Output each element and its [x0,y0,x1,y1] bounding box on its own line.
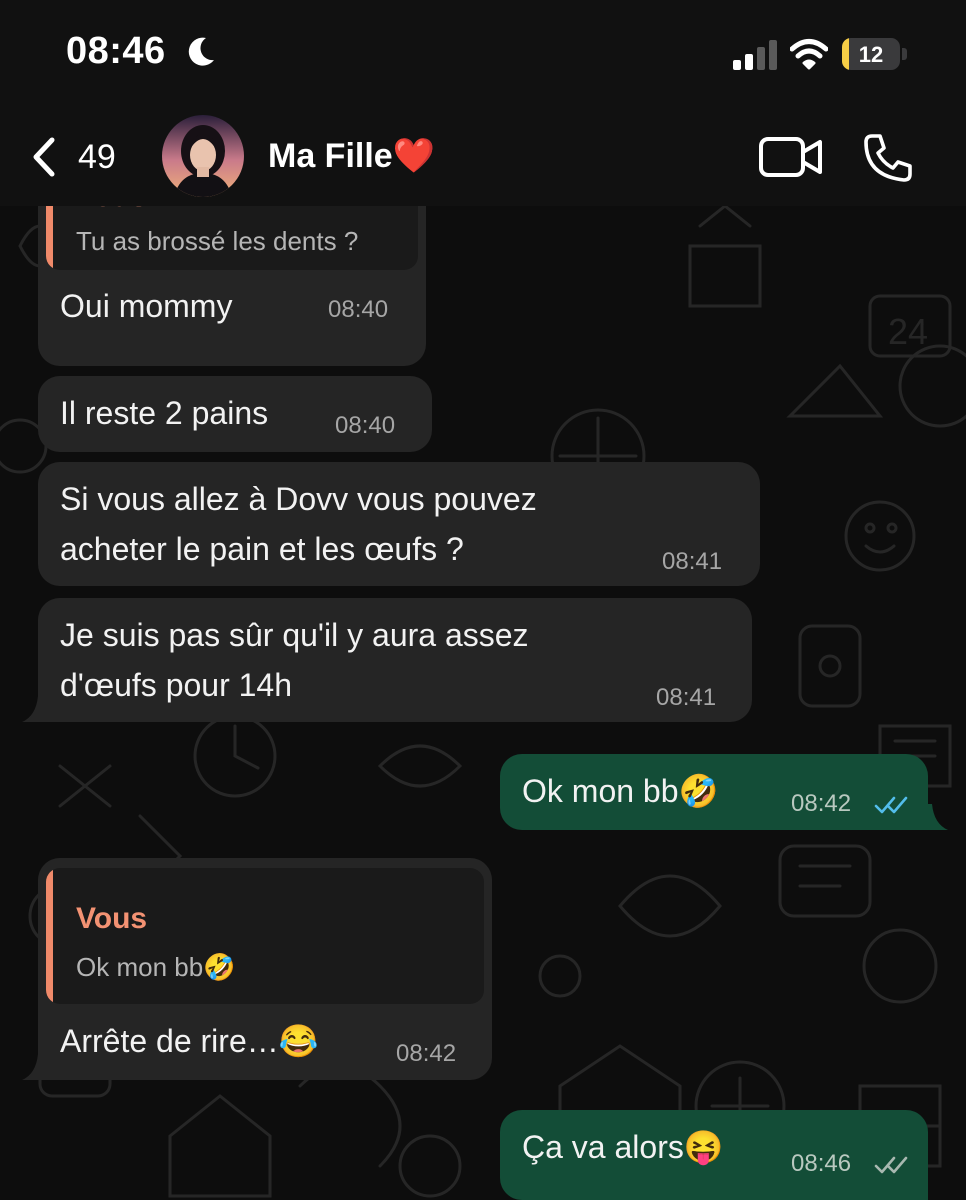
quote-accent-bar [46,206,53,270]
battery-icon: 12 [842,38,900,70]
message-text-line: d'œufs pour 14h [60,667,293,703]
delivered-receipt-icon [874,1156,908,1174]
message-bubble-outgoing[interactable]: Ok mon bb🤣 08:42 [500,754,928,830]
message-time: 08:46 [791,1150,852,1177]
quote-text: Tu as brossé les dents ? [76,226,359,256]
wifi-icon [790,39,828,70]
chat-screen: 08:46 12 49 Ma Fille❤️ 24 Tu as brossé l… [0,0,966,1200]
video-camera-icon[interactable] [758,134,824,180]
message-bubble-incoming[interactable]: Il reste 2 pains 08:40 [38,376,432,452]
message-time: 08:42 [396,1040,457,1067]
chevron-left-icon [33,137,55,177]
message-text: Ok mon bb🤣 [522,773,719,809]
message-bubble-incoming[interactable]: Vous Ok mon bb🤣 Arrête de rire…😂 08:42 [38,858,492,1080]
message-time: 08:40 [335,412,396,439]
message-text-line: Je suis pas sûr qu'il y aura assez [60,617,529,653]
moon-icon [188,37,214,66]
quote-author: Vous [76,902,148,935]
quote-accent-bar [46,868,53,1004]
quote-author: Vous [76,206,147,214]
message-time: 08:40 [328,296,389,323]
unread-count: 49 [78,138,116,176]
contact-avatar[interactable] [162,115,244,197]
quoted-message[interactable]: Vous Tu as brossé les dents ? [46,206,418,270]
quoted-message[interactable]: Vous Ok mon bb🤣 [46,868,484,1004]
message-bubble-incoming[interactable]: Vous Tu as brossé les dents ? Oui mommy … [38,206,426,366]
message-time: 08:41 [662,548,723,575]
avatar-image [162,115,244,197]
chat-header: 49 Ma Fille❤️ [0,106,966,206]
message-text: Ça va alors😝 [522,1129,724,1165]
status-bar: 08:46 12 [0,0,966,106]
message-text: Il reste 2 pains [60,395,269,431]
svg-text:24: 24 [888,311,928,352]
message-bubble-incoming[interactable]: Je suis pas sûr qu'il y aura assez d'œuf… [38,598,752,722]
contact-name[interactable]: Ma Fille❤️ [268,136,435,176]
message-text-line: acheter le pain et les œufs ? [60,531,464,567]
message-time: 08:42 [791,790,852,817]
message-bubble-outgoing[interactable]: Ça va alors😝 08:46 [500,1110,928,1200]
status-time: 08:46 [66,30,166,72]
read-receipt-icon [874,796,908,814]
message-list[interactable]: 24 Tu as brossé les dents ? Oui mommy 08… [0,206,966,1200]
quote-text: Ok mon bb🤣 [76,952,236,982]
message-text-line: Si vous allez à Dovv vous pouvez [60,481,537,517]
phone-icon[interactable] [862,132,914,184]
back-button[interactable]: 49 [24,128,134,184]
message-bubble-incoming[interactable]: Si vous allez à Dovv vous pouvez acheter… [38,462,760,586]
message-time: 08:41 [656,684,717,711]
battery-percent: 12 [858,42,884,67]
bubble-tail [918,804,948,830]
battery-tip [902,48,907,60]
bubble-tail [22,1054,52,1080]
signal-icon [733,40,777,70]
message-text: Oui mommy [60,288,233,324]
bubble-tail [22,696,52,722]
message-text: Arrête de rire…😂 [60,1023,319,1059]
